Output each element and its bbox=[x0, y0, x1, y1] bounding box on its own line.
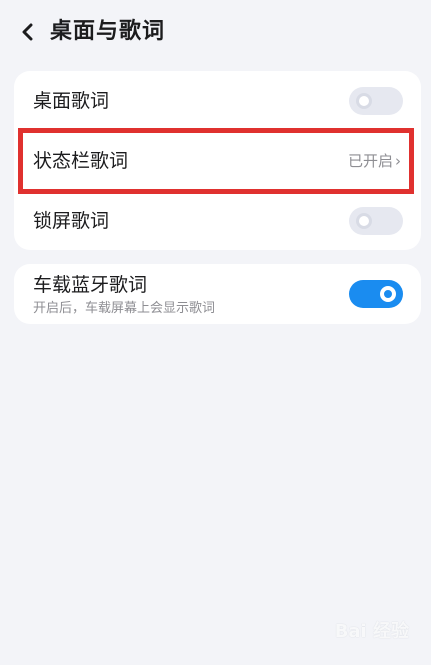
desktop-lyrics-label: 桌面歌词 bbox=[33, 90, 110, 112]
car-bluetooth-lyrics-label: 车载蓝牙歌词 bbox=[33, 274, 148, 296]
statusbar-lyrics-status: 已开启 › bbox=[348, 151, 401, 171]
lockscreen-lyrics-label: 锁屏歌词 bbox=[33, 210, 110, 232]
chevron-right-icon: › bbox=[395, 152, 401, 170]
lockscreen-lyrics-toggle[interactable] bbox=[349, 207, 403, 235]
desktop-lyrics-row[interactable]: 桌面歌词 bbox=[14, 71, 421, 131]
statusbar-lyrics-label: 状态栏歌词 bbox=[33, 150, 129, 172]
car-bluetooth-lyrics-description: 开启后，车载屏幕上会显示歌词 bbox=[33, 301, 216, 316]
page-title: 桌面与歌词 bbox=[50, 19, 166, 44]
status-value: 已开启 bbox=[347, 152, 393, 170]
header: 桌面与歌词 bbox=[0, 0, 431, 64]
statusbar-lyrics-row[interactable]: 状态栏歌词 已开启 › bbox=[14, 131, 421, 191]
back-button[interactable] bbox=[14, 18, 42, 46]
chevron-left-icon bbox=[22, 23, 33, 41]
car-bluetooth-lyrics-toggle[interactable] bbox=[349, 280, 403, 308]
toggle-knob bbox=[356, 213, 372, 229]
toggle-knob bbox=[380, 286, 396, 302]
car-bluetooth-lyrics-row[interactable]: 车载蓝牙歌词 开启后，车载屏幕上会显示歌词 bbox=[14, 264, 421, 324]
lockscreen-lyrics-row[interactable]: 锁屏歌词 bbox=[14, 191, 421, 250]
watermark: Bai 经验 bbox=[334, 621, 409, 642]
car-bluetooth-card: 车载蓝牙歌词 开启后，车载屏幕上会显示歌词 bbox=[14, 264, 421, 324]
lyrics-settings-card: 桌面歌词 状态栏歌词 已开启 › 锁屏歌词 bbox=[14, 71, 421, 250]
desktop-lyrics-toggle[interactable] bbox=[349, 87, 403, 115]
toggle-knob bbox=[356, 93, 372, 109]
